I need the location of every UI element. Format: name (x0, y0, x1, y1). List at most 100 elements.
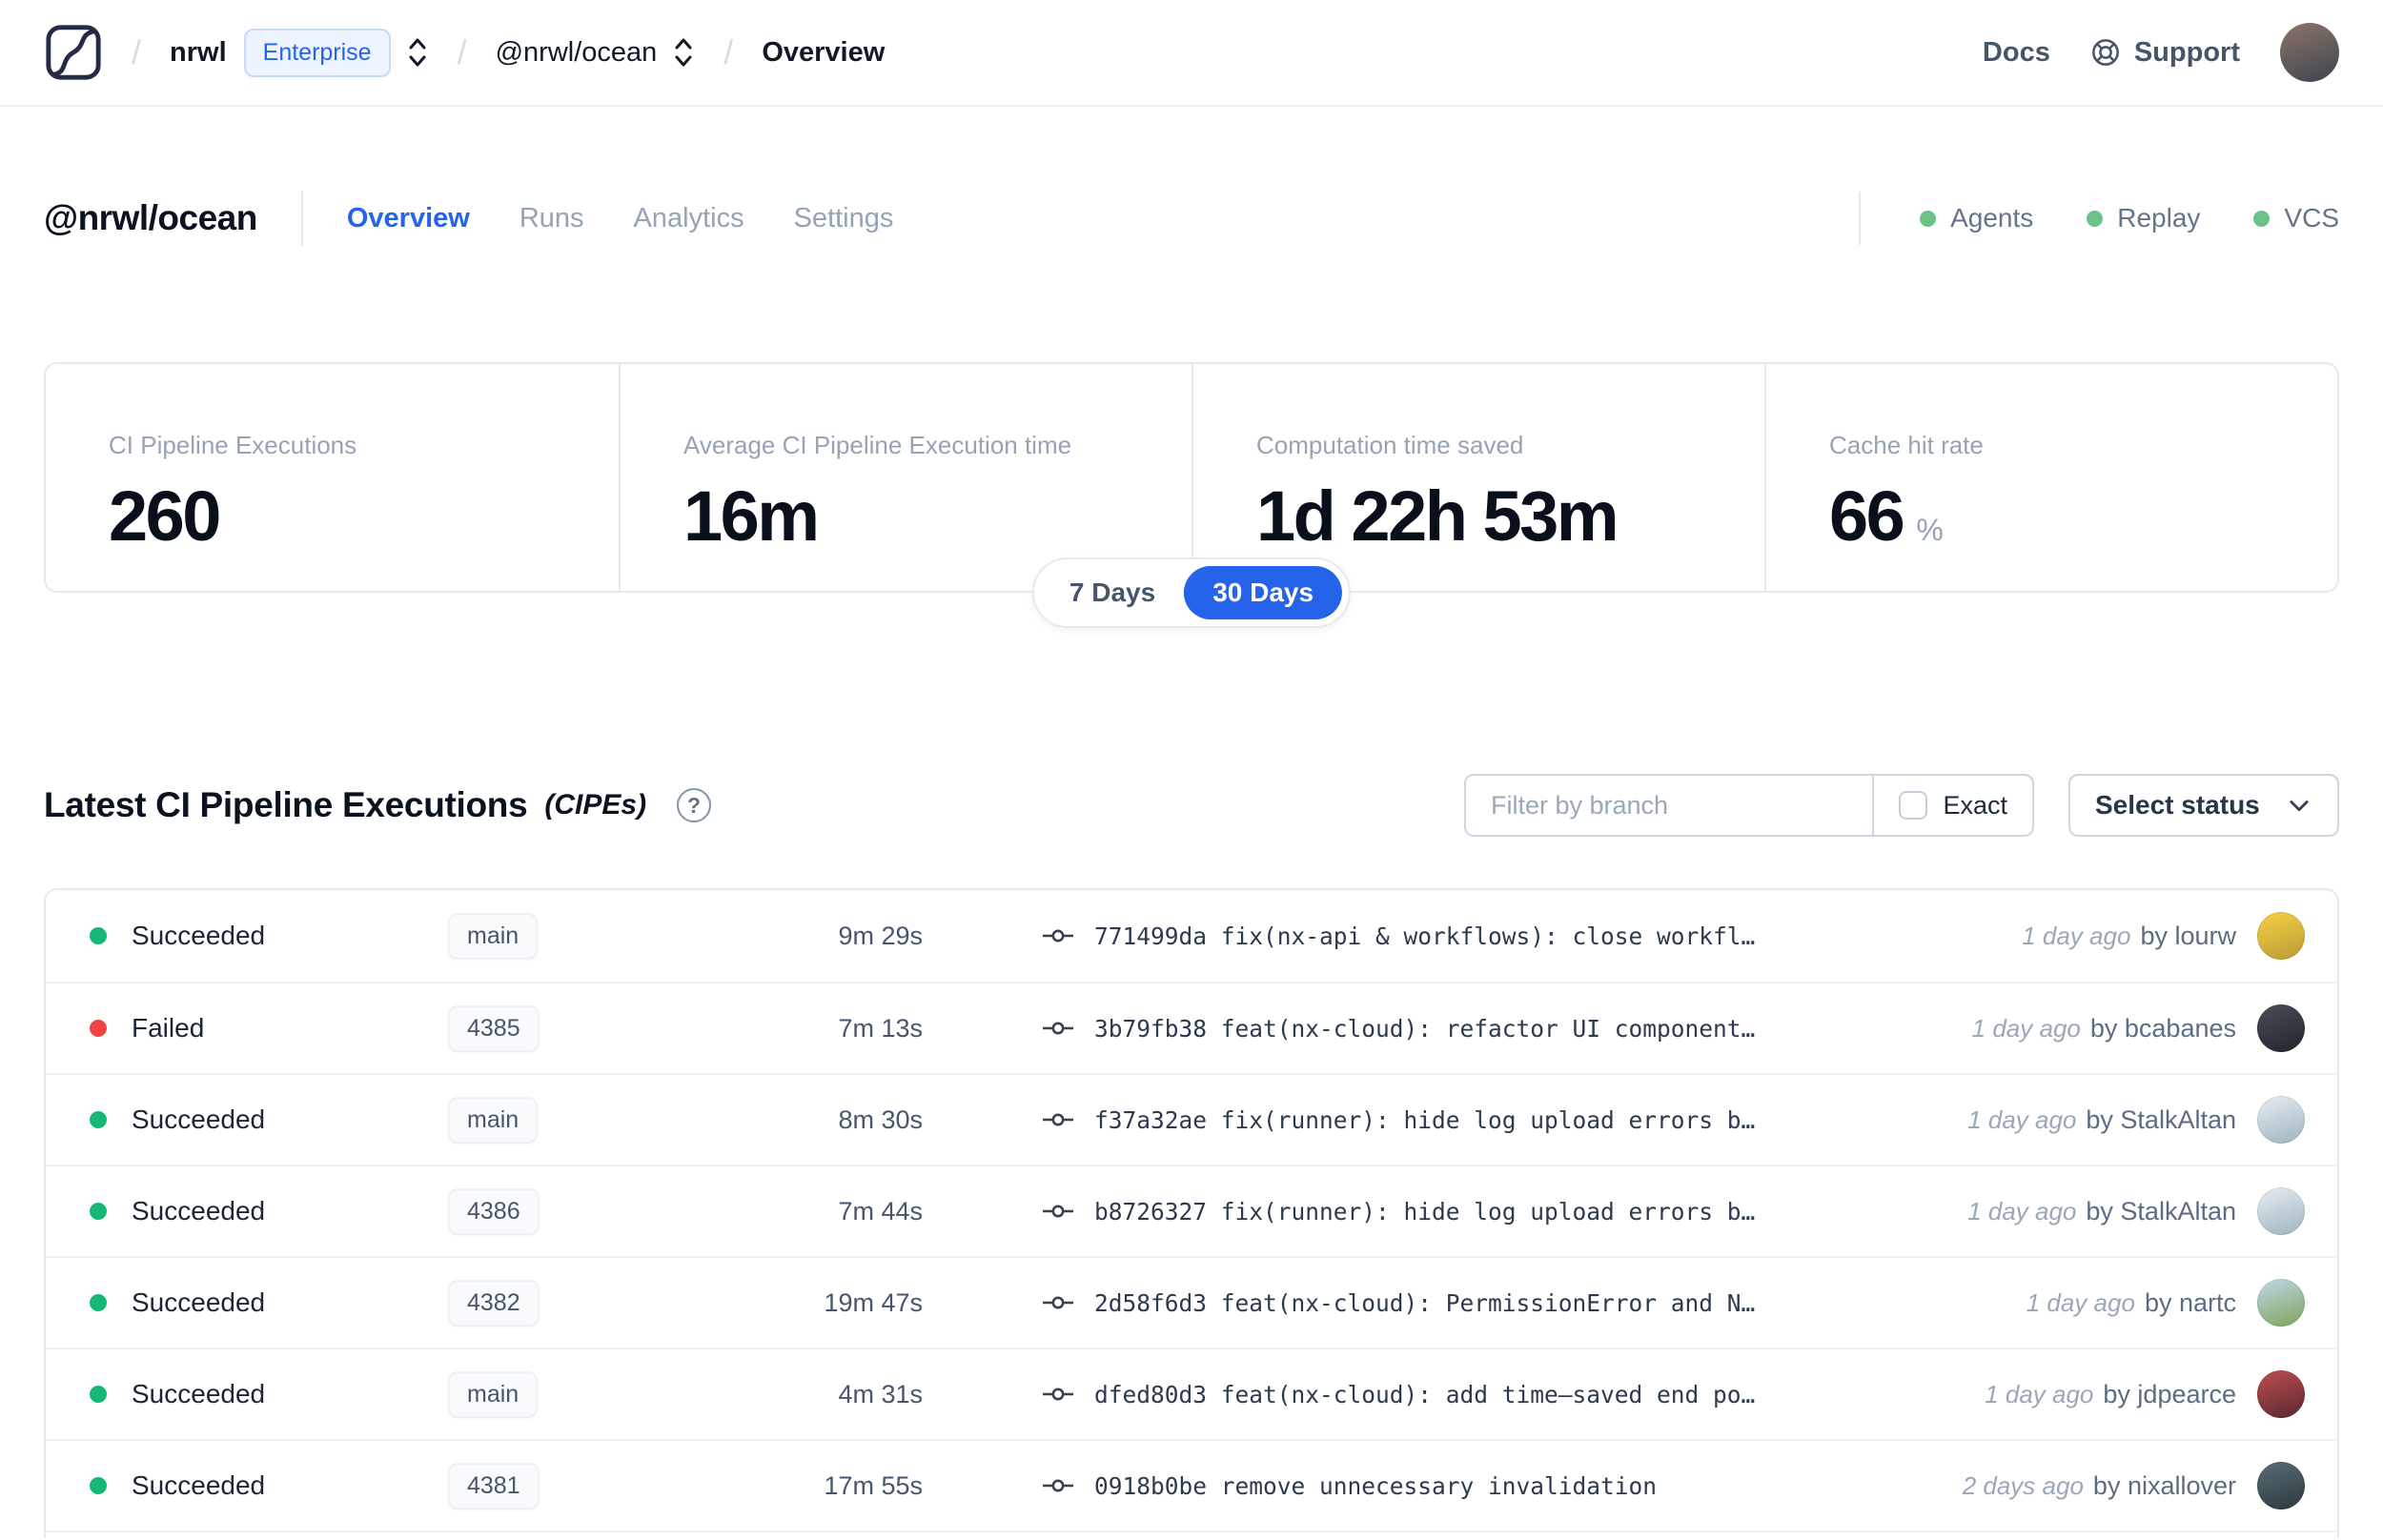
status-dot-icon (90, 1386, 107, 1403)
tab-settings[interactable]: Settings (794, 203, 894, 234)
commit-author[interactable]: by nixallover (2093, 1471, 2236, 1501)
git-commit-icon (1043, 1205, 1073, 1218)
branch-badge[interactable]: 4382 (448, 1279, 540, 1327)
workspace-switcher-chevrons-icon[interactable] (672, 34, 695, 71)
range-30-days[interactable]: 30 Days (1184, 566, 1343, 619)
commit-message[interactable]: dfed80d3 feat(nx-cloud): add time–saved … (1094, 1381, 1755, 1408)
status-dot-icon (2087, 210, 2104, 227)
commit-message[interactable]: 2d58f6d3 feat(nx-cloud): PermissionError… (1094, 1289, 1755, 1317)
branch-badge[interactable]: 4385 (448, 1004, 540, 1052)
duration-label: 4m 31s (838, 1379, 923, 1408)
cipe-row[interactable]: Succeeded main 4m 31s dfed80d3 feat(nx-c… (46, 1348, 2337, 1439)
docs-link[interactable]: Docs (1983, 37, 2050, 69)
enterprise-badge[interactable]: Enterprise (243, 28, 391, 77)
avatar[interactable] (2257, 1096, 2305, 1144)
status-dot-icon (90, 1020, 107, 1037)
stat-card-cache-hit-rate: Cache hit rate 66 % (1764, 364, 2337, 591)
commit-message[interactable]: f37a32ae fix(runner): hide log upload er… (1094, 1106, 1755, 1134)
status-label: Succeeded (132, 921, 266, 950)
cipe-row[interactable]: Succeeded main 8m 30s f37a32ae fix(runne… (46, 1073, 2337, 1165)
status-dot-icon (90, 927, 107, 944)
divider (300, 191, 303, 246)
commit-author[interactable]: by lourw (2140, 922, 2236, 951)
status-dot-icon (2253, 210, 2271, 227)
status-dot-icon (90, 1477, 107, 1494)
exact-toggle[interactable]: Exact (1872, 776, 2032, 835)
avatar[interactable] (2257, 1462, 2305, 1510)
breadcrumb-workspace[interactable]: @nrwl/ocean (496, 37, 658, 69)
relative-time: 1 day ago (1985, 1379, 2094, 1408)
stat-card-ci-pipeline-executions: CI Pipeline Executions 260 (109, 431, 357, 556)
org-switcher-chevrons-icon[interactable] (406, 34, 429, 71)
git-commit-icon (1043, 929, 1073, 942)
branch-badge[interactable]: 4386 (448, 1187, 540, 1235)
feature-agents[interactable]: Agents (1920, 203, 2033, 233)
user-avatar[interactable] (2280, 23, 2339, 82)
help-icon[interactable]: ? (677, 788, 712, 822)
status-label: Succeeded (132, 1287, 266, 1317)
commit-message[interactable]: 3b79fb38 feat(nx-cloud): refactor UI com… (1094, 1015, 1755, 1043)
avatar[interactable] (2257, 1279, 2305, 1327)
commit-author[interactable]: by StalkAltan (2086, 1197, 2236, 1226)
tab-analytics[interactable]: Analytics (634, 203, 744, 234)
divider (1859, 192, 1862, 245)
cipe-row[interactable]: Succeeded main 9m 29s 771499da fix(nx-ap… (46, 890, 2337, 982)
support-link[interactable]: Support (2090, 37, 2240, 69)
git-commit-icon (1043, 1296, 1073, 1309)
branch-filter-input[interactable] (1466, 776, 1873, 835)
commit-message[interactable]: b8726327 fix(runner): hide log upload er… (1094, 1198, 1755, 1226)
git-commit-icon (1043, 1479, 1073, 1492)
nx-cloud-logo-icon[interactable] (44, 23, 103, 82)
exact-checkbox[interactable] (1899, 791, 1928, 820)
branch-filter-group: Exact (1464, 774, 2034, 837)
cipe-row[interactable]: Failed 4385 7m 13s 3b79fb38 feat(nx-clou… (46, 982, 2337, 1073)
cipe-section-header: Latest CI Pipeline Executions (CIPEs) ? … (44, 774, 2339, 837)
chevron-down-icon (2290, 800, 2309, 812)
commit-author[interactable]: by nartc (2145, 1288, 2236, 1318)
branch-badge[interactable]: main (448, 1370, 539, 1418)
duration-label: 17m 55s (824, 1470, 923, 1500)
duration-label: 19m 47s (824, 1287, 923, 1317)
breadcrumb-separator: / (457, 32, 467, 71)
breadcrumb-org[interactable]: nrwl (170, 37, 227, 69)
workspace-tabs: Overview Runs Analytics Settings (347, 203, 894, 234)
status-dot-icon (90, 1203, 107, 1220)
stat-value: 66 (1829, 476, 1905, 556)
branch-badge[interactable]: 4381 (448, 1462, 540, 1510)
tab-overview[interactable]: Overview (347, 203, 470, 234)
duration-label: 7m 13s (838, 1013, 923, 1043)
avatar[interactable] (2257, 1004, 2305, 1052)
range-7-days[interactable]: 7 Days (1041, 566, 1184, 619)
status-label: Succeeded (132, 1104, 266, 1134)
avatar[interactable] (2257, 1187, 2305, 1235)
cipe-row[interactable]: Succeeded 4381 17m 55s 0918b0be remove u… (46, 1439, 2337, 1530)
avatar[interactable] (2257, 912, 2305, 960)
relative-time: 1 day ago (1971, 1013, 2081, 1043)
next-row-divider (46, 1530, 2337, 1538)
cipe-table: Succeeded main 9m 29s 771499da fix(nx-ap… (44, 888, 2339, 1538)
commit-author[interactable]: by jdpearce (2103, 1380, 2236, 1409)
duration-label: 9m 29s (838, 921, 923, 950)
commit-author[interactable]: by StalkAltan (2086, 1105, 2236, 1135)
status-dot-icon (90, 1111, 107, 1128)
tab-runs[interactable]: Runs (519, 203, 584, 234)
commit-message[interactable]: 0918b0be remove unnecessary invalidation (1094, 1472, 1657, 1500)
feature-replay[interactable]: Replay (2087, 203, 2200, 233)
relative-time: 1 day ago (1967, 1196, 2077, 1226)
status-dot-icon (90, 1294, 107, 1311)
branch-badge[interactable]: main (448, 1096, 539, 1144)
branch-badge[interactable]: main (448, 912, 539, 960)
lifebuoy-icon (2091, 39, 2119, 66)
cipe-row[interactable]: Succeeded 4386 7m 44s b8726327 fix(runne… (46, 1165, 2337, 1256)
commit-author[interactable]: by bcabanes (2090, 1014, 2236, 1044)
breadcrumb-separator: / (132, 32, 142, 71)
avatar[interactable] (2257, 1370, 2305, 1418)
git-commit-icon (1043, 1022, 1073, 1035)
feature-vcs[interactable]: VCS (2253, 203, 2339, 233)
duration-label: 8m 30s (838, 1104, 923, 1134)
commit-message[interactable]: 771499da fix(nx-api & workflows): close … (1094, 922, 1755, 950)
cipe-row[interactable]: Succeeded 4382 19m 47s 2d58f6d3 feat(nx-… (46, 1256, 2337, 1348)
relative-time: 1 day ago (2026, 1287, 2135, 1317)
status-select-dropdown[interactable]: Select status (2068, 774, 2339, 837)
git-commit-icon (1043, 1113, 1073, 1126)
